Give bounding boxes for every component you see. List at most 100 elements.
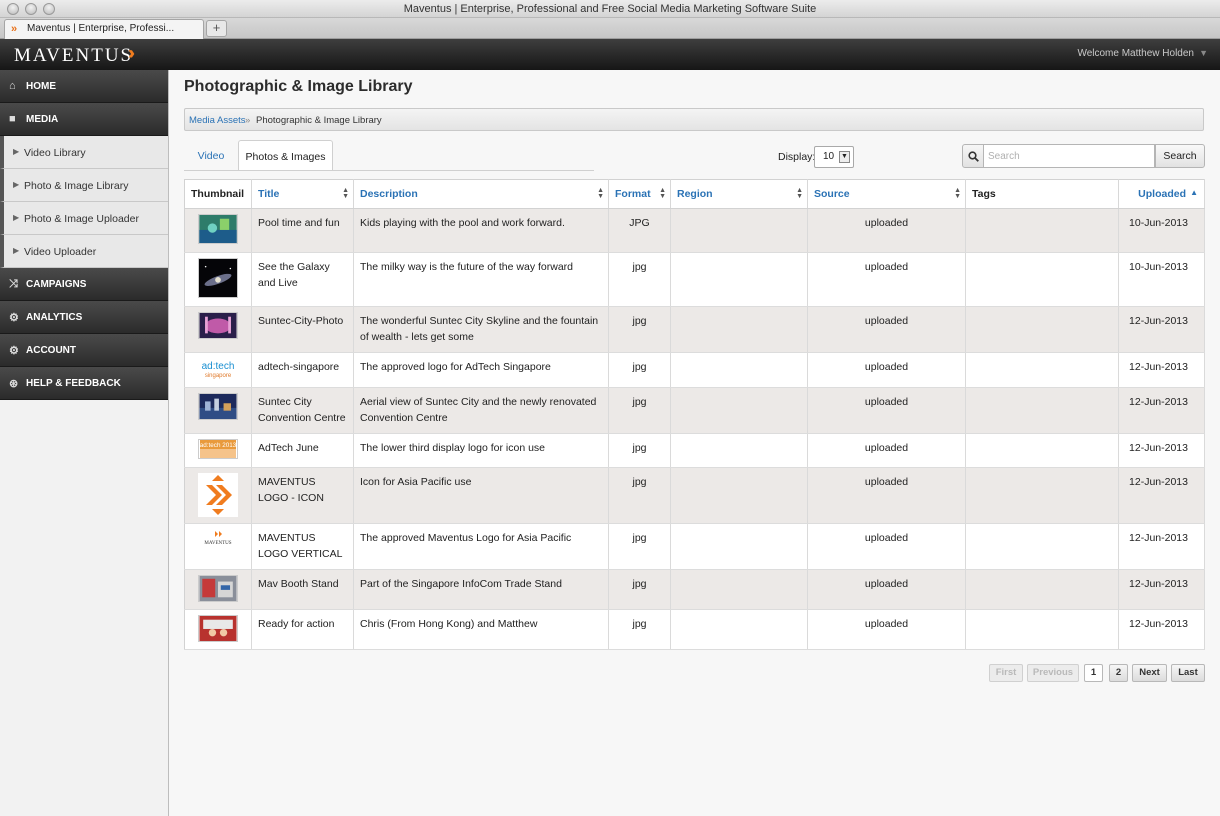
table-row[interactable]: MAVENTUS LOGO - ICON Icon for Asia Pacif…	[184, 467, 1205, 524]
maventus-logo[interactable]: MAVENTUS	[14, 45, 133, 67]
table-row[interactable]: Suntec City Convention Centre Aerial vie…	[184, 387, 1205, 434]
cell-description: The wonderful Suntec City Skyline and th…	[353, 306, 609, 353]
table-row[interactable]: MAVENTUS MAVENTUS LOGO VERTICAL The appr…	[184, 523, 1205, 570]
cell-tags	[965, 208, 1119, 253]
cell-uploaded: 12-Jun-2013	[1118, 387, 1205, 434]
column-header-source[interactable]: Source ▲ ▼	[807, 179, 966, 209]
thumbnail-galaxy[interactable]	[198, 258, 238, 298]
pagination-next-button[interactable]: Next	[1132, 664, 1167, 682]
table-row[interactable]: See the Galaxy and Live The milky way is…	[184, 252, 1205, 307]
thumbnail-aerial[interactable]	[198, 393, 238, 420]
cell-region	[670, 569, 808, 610]
cell-description: Part of the Singapore InfoCom Trade Stan…	[353, 569, 609, 610]
table-row[interactable]: ad:tech singapore adtech-singapore The ap…	[184, 352, 1205, 388]
search-button[interactable]: Search	[1155, 144, 1205, 168]
cell-source: uploaded	[807, 387, 966, 434]
thumbnail-cell	[184, 306, 252, 353]
cell-uploaded: 12-Jun-2013	[1118, 609, 1205, 650]
tab-label: Photos & Images	[245, 151, 326, 163]
tab-divider	[184, 170, 594, 171]
cell-uploaded: 12-Jun-2013	[1118, 467, 1205, 524]
table-row[interactable]: Ready for action Chris (From Hong Kong) …	[184, 609, 1205, 650]
new-tab-button[interactable]: +	[206, 20, 227, 37]
svg-text:ad:tech: ad:tech	[202, 361, 235, 372]
thumbnail-maventus-icon[interactable]	[198, 473, 238, 517]
thumbnail-cell: ad:tech 2013	[184, 433, 252, 468]
table-row[interactable]: Mav Booth Stand Part of the Singapore In…	[184, 569, 1205, 610]
tab-video[interactable]: Video	[184, 140, 238, 171]
thumbnail-cell	[184, 467, 252, 524]
thumbnail-booth[interactable]	[198, 575, 238, 602]
search-icon[interactable]	[962, 144, 984, 168]
thumbnail-adtech-logo[interactable]: ad:techsingapore	[198, 358, 238, 380]
search-input[interactable]	[984, 144, 1155, 168]
sidebar-item-label: MEDIA	[26, 114, 59, 125]
sidebar-item-photo-image-uploader[interactable]: ▶ Photo & Image Uploader	[0, 202, 168, 235]
app-header: MAVENTUS ›› Welcome Matthew Holden ▼	[0, 39, 1220, 70]
tab-label: Video	[197, 150, 225, 162]
cell-region	[670, 467, 808, 524]
cell-tags	[965, 433, 1119, 468]
thumbnail-pool[interactable]	[198, 214, 238, 244]
sidebar-item-analytics[interactable]: ⚙ ANALYTICS	[0, 301, 168, 334]
cell-source: uploaded	[807, 609, 966, 650]
thumbnail-action[interactable]	[198, 615, 238, 642]
table-row[interactable]: Pool time and fun Kids playing with the …	[184, 208, 1205, 253]
column-header-description[interactable]: Description ▲ ▼	[353, 179, 609, 209]
thumbnail-adtech-2013[interactable]: ad:tech 2013	[198, 439, 238, 459]
column-header-region[interactable]: Region ▲ ▼	[670, 179, 808, 209]
breadcrumb-current: Photographic & Image Library	[256, 115, 382, 126]
sidebar-item-video-library[interactable]: ▶ Video Library	[0, 136, 168, 169]
pagination-first-button[interactable]: First	[989, 664, 1023, 682]
cell-uploaded: 12-Jun-2013	[1118, 352, 1205, 388]
breadcrumb-link-media-assets[interactable]: Media Assets	[189, 115, 246, 126]
search-bar: Search	[962, 144, 1205, 168]
thumbnail-maventus-logo[interactable]: MAVENTUS	[198, 529, 238, 549]
cell-format: jpg	[608, 467, 671, 524]
thumbnail-city[interactable]	[198, 312, 238, 339]
sidebar-item-label: Photo & Image Uploader	[24, 213, 139, 225]
sidebar-item-video-uploader[interactable]: ▶ Video Uploader	[0, 235, 168, 268]
cell-source: uploaded	[807, 433, 966, 468]
cell-description: Icon for Asia Pacific use	[353, 467, 609, 524]
chevron-down-icon[interactable]: ▼	[1199, 48, 1208, 58]
cell-uploaded: 10-Jun-2013	[1118, 252, 1205, 307]
sidebar-item-campaigns[interactable]: ⤨ CAMPAIGNS	[0, 268, 168, 301]
home-icon: ⌂	[9, 80, 16, 92]
sidebar-item-media[interactable]: ■ MEDIA	[0, 103, 168, 136]
column-header-thumbnail: Thumbnail	[184, 179, 252, 209]
pagination-page-2[interactable]: 2	[1109, 664, 1128, 682]
cell-tags	[965, 609, 1119, 650]
gear-icon: ⚙	[9, 312, 19, 324]
sidebar-item-help-feedback[interactable]: ⊛ HELP & FEEDBACK	[0, 367, 168, 400]
table-row[interactable]: ad:tech 2013 AdTech June The lower third…	[184, 433, 1205, 468]
browser-tab[interactable]: » Maventus | Enterprise, Professi...	[4, 19, 204, 39]
sidebar-item-account[interactable]: ⚙ ACCOUNT	[0, 334, 168, 367]
sort-icon: ▲ ▼	[659, 187, 666, 200]
column-header-uploaded[interactable]: Uploaded ▲	[1118, 179, 1205, 209]
sidebar-item-label: Video Uploader	[24, 246, 97, 258]
sidebar-item-home[interactable]: ⌂ HOME	[0, 70, 168, 103]
window-titlebar: Maventus | Enterprise, Professional and …	[0, 0, 1220, 18]
caret-right-icon: ▶	[13, 180, 20, 189]
thumbnail-cell	[184, 609, 252, 650]
cell-title: Mav Booth Stand	[251, 569, 354, 610]
display-count-select[interactable]: 10 ▼	[814, 146, 854, 168]
thumbnail-cell: ad:tech singapore	[184, 352, 252, 388]
sidebar-item-label: Video Library	[24, 147, 86, 159]
tab-photos-images[interactable]: Photos & Images	[238, 140, 333, 171]
cell-description: The lower third display logo for icon us…	[353, 433, 609, 468]
welcome-user-menu[interactable]: Welcome Matthew Holden	[1077, 48, 1194, 59]
pagination-last-button[interactable]: Last	[1171, 664, 1205, 682]
pagination-previous-button[interactable]: Previous	[1027, 664, 1079, 682]
column-header-title[interactable]: Title ▲ ▼	[251, 179, 354, 209]
table-row[interactable]: Suntec-City-Photo The wonderful Suntec C…	[184, 306, 1205, 353]
cell-tags	[965, 569, 1119, 610]
pagination-page-1[interactable]: 1	[1084, 664, 1103, 682]
svg-text:MAVENTUS: MAVENTUS	[204, 541, 231, 546]
cell-description: Chris (From Hong Kong) and Matthew	[353, 609, 609, 650]
cell-description: The milky way is the future of the way f…	[353, 252, 609, 307]
column-header-format[interactable]: Format ▲ ▼	[608, 179, 671, 209]
sidebar-item-photo-image-library[interactable]: ▶ Photo & Image Library	[0, 169, 168, 202]
sidebar-item-label: CAMPAIGNS	[26, 279, 87, 290]
